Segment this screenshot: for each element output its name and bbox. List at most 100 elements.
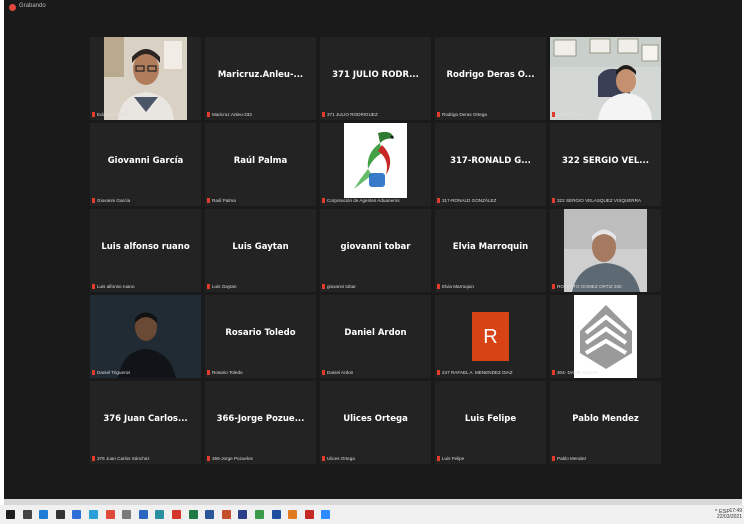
participant-label-text: giovanni tobar (327, 284, 356, 289)
participant-label-text: 322 SERGIO VELASQUEZ VISQUERRA (557, 198, 641, 203)
participant-label: Rosario Toledo (207, 368, 243, 377)
participant-tile[interactable]: ROBERTO GOMEZ ORTIZ 260 (550, 209, 661, 292)
muted-mic-icon (322, 456, 325, 462)
participant-label-text: Corporación de Agentes Aduaneros (327, 198, 400, 203)
participant-display-name: Luis Felipe (464, 414, 517, 424)
participant-label-text: 304- DAVID LOSAS (557, 370, 598, 375)
participant-label: 376 Juan Carlos Sánchez (92, 454, 150, 463)
app-gray-icon[interactable] (122, 510, 132, 519)
participant-label-text: 376 Juan Carlos Sánchez (97, 456, 150, 461)
participant-label: Daniel Trigueros (92, 368, 130, 377)
store-icon[interactable] (72, 510, 82, 519)
participant-label: 304- DAVID LOSAS (552, 368, 598, 377)
participant-label-text: 317-RONALD GONZÁLEZ (442, 198, 497, 203)
participant-tile[interactable]: R 247 RAFAEL A. MENENDEZ DIAZ (435, 295, 546, 378)
participant-label-text: 247 RAFAEL A. MENENDEZ DIAZ (442, 370, 513, 375)
participant-video (574, 295, 637, 378)
participant-tile[interactable]: Ulices Ortega Ulices Ortega (320, 381, 431, 464)
participant-video (104, 37, 187, 120)
muted-mic-icon (322, 198, 325, 204)
participant-display-name: Luis alfonso ruano (101, 242, 190, 252)
participant-label: Luis Felipe (437, 454, 464, 463)
photos-icon[interactable] (89, 510, 98, 519)
participant-display-name: Elvia Marroquin (452, 242, 529, 252)
muted-mic-icon (552, 284, 555, 290)
participant-tile[interactable]: Raúl Palma Raúl Palma (205, 123, 316, 206)
participant-tile[interactable]: Luis Felipe Luis Felipe (435, 381, 546, 464)
participant-tile[interactable]: Eduardo Beltrán (90, 37, 201, 120)
muted-mic-icon (92, 284, 95, 290)
participant-tile[interactable]: 376 Juan Carlos... 376 Juan Carlos Sánche… (90, 381, 201, 464)
windows-taskbar: ^ ESP 17:49 22/03/2021 (0, 505, 744, 524)
participant-tile[interactable]: giovanni tobar giovanni tobar (320, 209, 431, 292)
acrobat-icon[interactable] (172, 510, 181, 519)
participant-label: Ulices Ortega (322, 454, 355, 463)
participant-tile[interactable]: Maricruz.Anleu-... Maricruz.Anleu-333 (205, 37, 316, 120)
muted-mic-icon (92, 370, 95, 376)
participant-tile[interactable]: Giovanni García Giovanni García (90, 123, 201, 206)
participant-display-name: Ulices Ortega (343, 414, 408, 424)
participant-label-text: Elvia Marroquin (442, 284, 474, 289)
participant-tile[interactable]: Daniel Trigueros (90, 295, 201, 378)
powerpoint-icon[interactable] (221, 510, 231, 519)
task-view-icon[interactable] (55, 510, 65, 519)
participant-tile[interactable]: Luis alfonso ruano Luis alfonso ruano (90, 209, 201, 292)
participant-display-name: Raúl Palma (233, 156, 288, 166)
muted-mic-icon (437, 284, 440, 290)
participant-tile[interactable]: Jorge Zibara (550, 37, 661, 120)
app-teal-icon[interactable] (155, 510, 165, 519)
participant-label-text: Raúl Palma (212, 198, 236, 203)
participant-tile[interactable]: 371 JULIO RODR... 371 JULIO RODRIGUEZ (320, 37, 431, 120)
zoom-icon[interactable] (321, 510, 331, 519)
participant-display-name: 317-RONALD G... (450, 156, 531, 166)
participant-display-name: 371 JULIO RODR... (332, 70, 419, 80)
clock[interactable]: 17:49 22/03/2021 (717, 508, 742, 520)
participant-display-name: giovanni tobar (340, 242, 411, 252)
participant-video (344, 123, 407, 198)
participant-label-text: 366-Jorge Pozuelos (212, 456, 253, 461)
participant-label: Elvia Marroquin (437, 282, 474, 291)
excel-icon[interactable] (188, 510, 198, 519)
muted-mic-icon (437, 112, 440, 118)
edge-icon[interactable] (39, 510, 49, 519)
participant-label: Corporación de Agentes Aduaneros (322, 196, 400, 205)
chrome-icon[interactable] (255, 510, 264, 519)
participant-label: 322 SERGIO VELASQUEZ VISQUERRA (552, 196, 641, 205)
participant-label: Luis alfonso ruano (92, 282, 135, 291)
gallery-grid: Eduardo Beltrán Maricruz.Anleu-... Maricru… (90, 37, 663, 464)
participant-label-text: 371 JULIO RODRIGUEZ (327, 112, 378, 117)
participant-video (564, 209, 647, 292)
participant-label-text: Luis Felipe (442, 456, 465, 461)
participant-label-text: Pablo Mendez (557, 456, 587, 461)
participant-tile[interactable]: Corporación de Agentes Aduaneros (320, 123, 431, 206)
participant-label-text: Ulices Ortega (327, 456, 355, 461)
participant-tile[interactable]: Rosario Toledo Rosario Toledo (205, 295, 316, 378)
participant-tile[interactable]: Luis Gaytan Luis Gaytan (205, 209, 316, 292)
participant-video (90, 295, 201, 378)
participant-label-text: Luis alfonso ruano (97, 284, 135, 289)
participant-tile[interactable]: 304- DAVID LOSAS (550, 295, 661, 378)
participant-display-name: Pablo Mendez (572, 414, 639, 424)
participant-tile[interactable]: 317-RONALD G... 317-RONALD GONZÁLEZ (435, 123, 546, 206)
participant-tile[interactable]: Rodrigo Deras O... Rodrigo Deras Ortega (435, 37, 546, 120)
windows-start-icon[interactable] (6, 510, 15, 519)
app-darkblue-icon[interactable] (271, 510, 281, 519)
search-icon[interactable] (22, 510, 32, 519)
avatar-letter: R (483, 326, 497, 348)
participant-tile[interactable]: Pablo Mendez Pablo Mendez (550, 381, 661, 464)
participant-tile[interactable]: 322 SERGIO VEL... 322 SERGIO VELASQUEZ VI… (550, 123, 661, 206)
participant-label: 317-RONALD GONZÁLEZ (437, 196, 496, 205)
app-blue-icon[interactable] (138, 510, 148, 519)
participant-tile[interactable]: 366-Jorge Pozue... 366-Jorge Pozuelos (205, 381, 316, 464)
muted-mic-icon (552, 112, 555, 118)
app-navy-icon[interactable] (238, 510, 248, 519)
participant-tile[interactable]: Daniel Ardon Daniel Ardon (320, 295, 431, 378)
app-orange-icon[interactable] (288, 510, 298, 519)
participant-video: R (472, 312, 509, 361)
participant-tile[interactable]: Elvia Marroquin Elvia Marroquin (435, 209, 546, 292)
word-icon[interactable] (205, 510, 215, 519)
muted-mic-icon (322, 284, 325, 290)
participant-display-name: 322 SERGIO VEL... (562, 156, 649, 166)
app-red2-icon[interactable] (304, 510, 314, 519)
app-red-icon[interactable] (105, 510, 115, 519)
